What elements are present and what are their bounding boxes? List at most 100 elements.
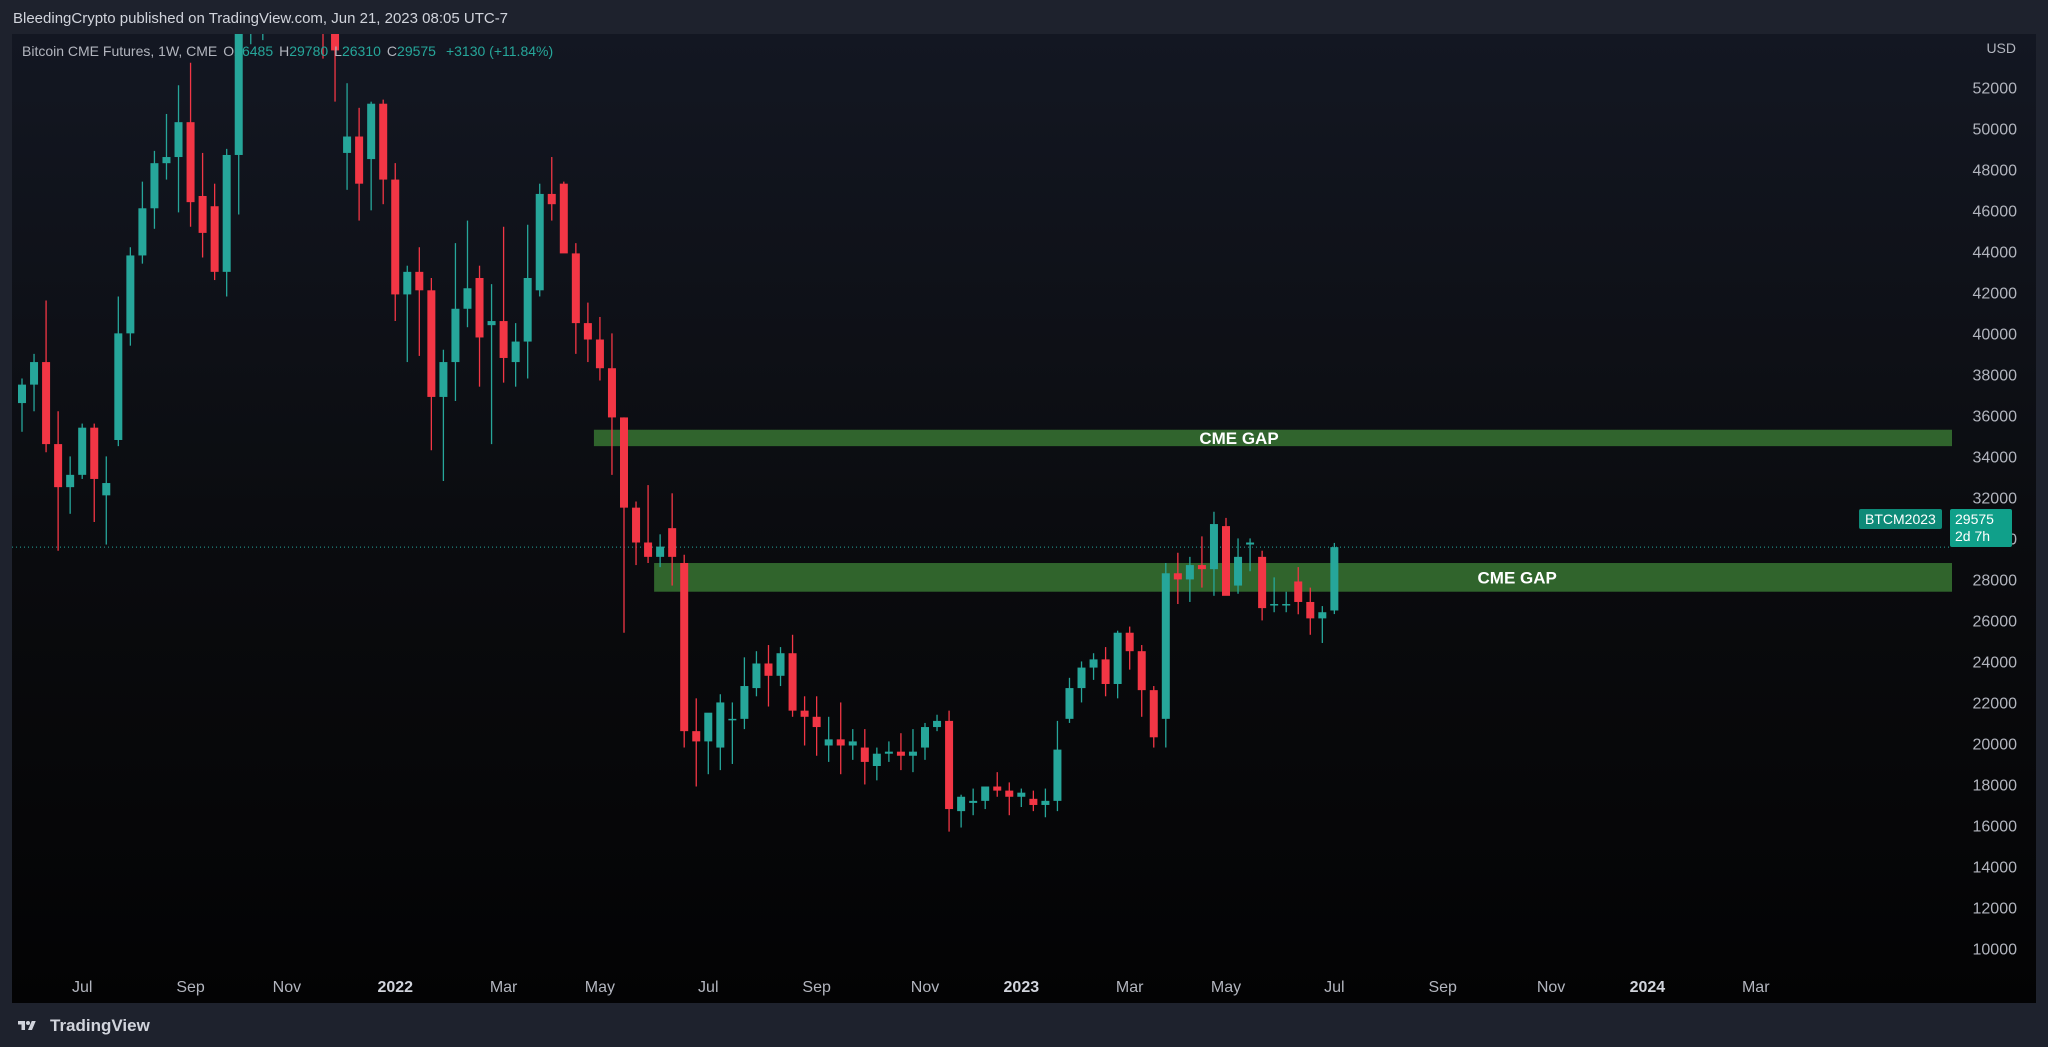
candle[interactable] — [993, 772, 1002, 797]
candle[interactable] — [499, 226, 508, 383]
candle[interactable] — [162, 113, 171, 180]
candle[interactable] — [884, 741, 893, 762]
candle[interactable] — [66, 456, 75, 514]
candle[interactable] — [836, 702, 845, 775]
candle[interactable] — [222, 148, 231, 297]
candle[interactable] — [1005, 782, 1014, 816]
candle[interactable] — [644, 485, 653, 564]
candle[interactable] — [427, 278, 436, 451]
symbol-name[interactable]: Bitcoin CME Futures, 1W, CME — [22, 43, 217, 59]
candlestick-chart[interactable]: CME GAP CME GAP 10000 12000 14000 16000 18000… — [12, 34, 2036, 1003]
candle[interactable] — [716, 694, 725, 771]
candle[interactable] — [583, 302, 592, 363]
candle[interactable] — [198, 152, 207, 258]
candle[interactable] — [54, 411, 63, 551]
candle[interactable] — [559, 181, 568, 254]
candle[interactable] — [102, 456, 111, 545]
candle[interactable] — [848, 729, 857, 760]
candle[interactable] — [186, 62, 195, 227]
candle[interactable] — [969, 788, 978, 816]
candle[interactable] — [752, 651, 761, 697]
candle[interactable] — [908, 729, 917, 773]
candle[interactable] — [114, 296, 123, 447]
candle[interactable] — [1041, 788, 1050, 818]
candle[interactable] — [728, 702, 737, 764]
candle[interactable] — [1017, 788, 1026, 808]
candle[interactable] — [981, 786, 990, 810]
candle[interactable] — [812, 696, 821, 756]
candle[interactable] — [1089, 653, 1098, 680]
candle[interactable] — [78, 423, 87, 479]
candle[interactable] — [18, 378, 26, 432]
candle[interactable] — [945, 710, 954, 832]
candle[interactable] — [632, 501, 641, 566]
candle[interactable] — [704, 712, 713, 775]
candle[interactable] — [535, 183, 544, 297]
candle[interactable] — [776, 647, 785, 687]
candle[interactable] — [1282, 591, 1291, 613]
candle[interactable] — [1222, 517, 1230, 596]
candle[interactable] — [391, 163, 400, 322]
candle[interactable] — [511, 323, 520, 387]
candle[interactable] — [1306, 587, 1315, 635]
candle[interactable] — [150, 150, 159, 229]
candle[interactable] — [210, 183, 219, 281]
candle[interactable] — [933, 714, 942, 732]
candle[interactable] — [523, 224, 532, 379]
candle[interactable] — [30, 353, 39, 412]
candle[interactable] — [1318, 606, 1327, 643]
candle[interactable] — [174, 85, 183, 213]
candle[interactable] — [656, 534, 665, 568]
candle[interactable] — [1113, 630, 1122, 699]
candle[interactable] — [234, 34, 243, 215]
candle[interactable] — [680, 554, 689, 748]
currency-label[interactable]: USD — [1986, 40, 2016, 56]
candle[interactable] — [367, 101, 376, 211]
candle[interactable] — [1065, 677, 1074, 723]
candle[interactable] — [355, 107, 364, 221]
candle[interactable] — [896, 733, 905, 771]
candle[interactable] — [1137, 645, 1146, 717]
candle[interactable] — [620, 417, 628, 633]
candle[interactable] — [475, 265, 484, 387]
candle[interactable] — [547, 157, 556, 221]
candle[interactable] — [451, 243, 460, 402]
candle[interactable] — [90, 423, 99, 523]
candle[interactable] — [1330, 542, 1339, 615]
candle[interactable] — [1258, 550, 1267, 621]
cme-gap-zone[interactable] — [654, 563, 1952, 592]
candle[interactable] — [463, 220, 472, 328]
candle[interactable] — [824, 716, 833, 762]
candle[interactable] — [860, 729, 869, 785]
candle[interactable] — [126, 247, 135, 346]
candle[interactable] — [42, 300, 51, 453]
candle[interactable] — [1161, 563, 1170, 748]
candle[interactable] — [343, 83, 352, 190]
candle[interactable] — [403, 265, 412, 363]
tradingview-logo[interactable]: TradingView — [12, 1016, 150, 1036]
candle[interactable] — [692, 698, 701, 787]
candle[interactable] — [571, 243, 580, 354]
candle[interactable] — [957, 794, 966, 828]
candle[interactable] — [1077, 661, 1086, 703]
candle[interactable] — [1125, 626, 1134, 670]
candle[interactable] — [595, 316, 604, 381]
candle[interactable] — [439, 349, 448, 481]
candle[interactable] — [259, 34, 267, 41]
candle[interactable] — [1173, 552, 1182, 605]
candle[interactable] — [415, 247, 424, 356]
candle[interactable] — [788, 634, 797, 717]
chart-area[interactable]: CME GAP CME GAP 10000 12000 14000 16000 18000… — [12, 34, 2036, 1003]
candle[interactable] — [1149, 686, 1158, 748]
symbol-legend[interactable]: Bitcoin CME Futures, 1W, CME O26485 H297… — [22, 43, 553, 59]
candle[interactable] — [1101, 647, 1110, 697]
candle[interactable] — [607, 333, 616, 475]
candle[interactable] — [1053, 720, 1062, 812]
candle[interactable] — [872, 747, 881, 781]
candle[interactable] — [487, 284, 496, 445]
candle[interactable] — [379, 99, 388, 205]
candle[interactable] — [764, 645, 773, 707]
candle[interactable] — [800, 696, 809, 746]
candle[interactable] — [921, 722, 929, 760]
candle[interactable] — [1029, 790, 1038, 812]
